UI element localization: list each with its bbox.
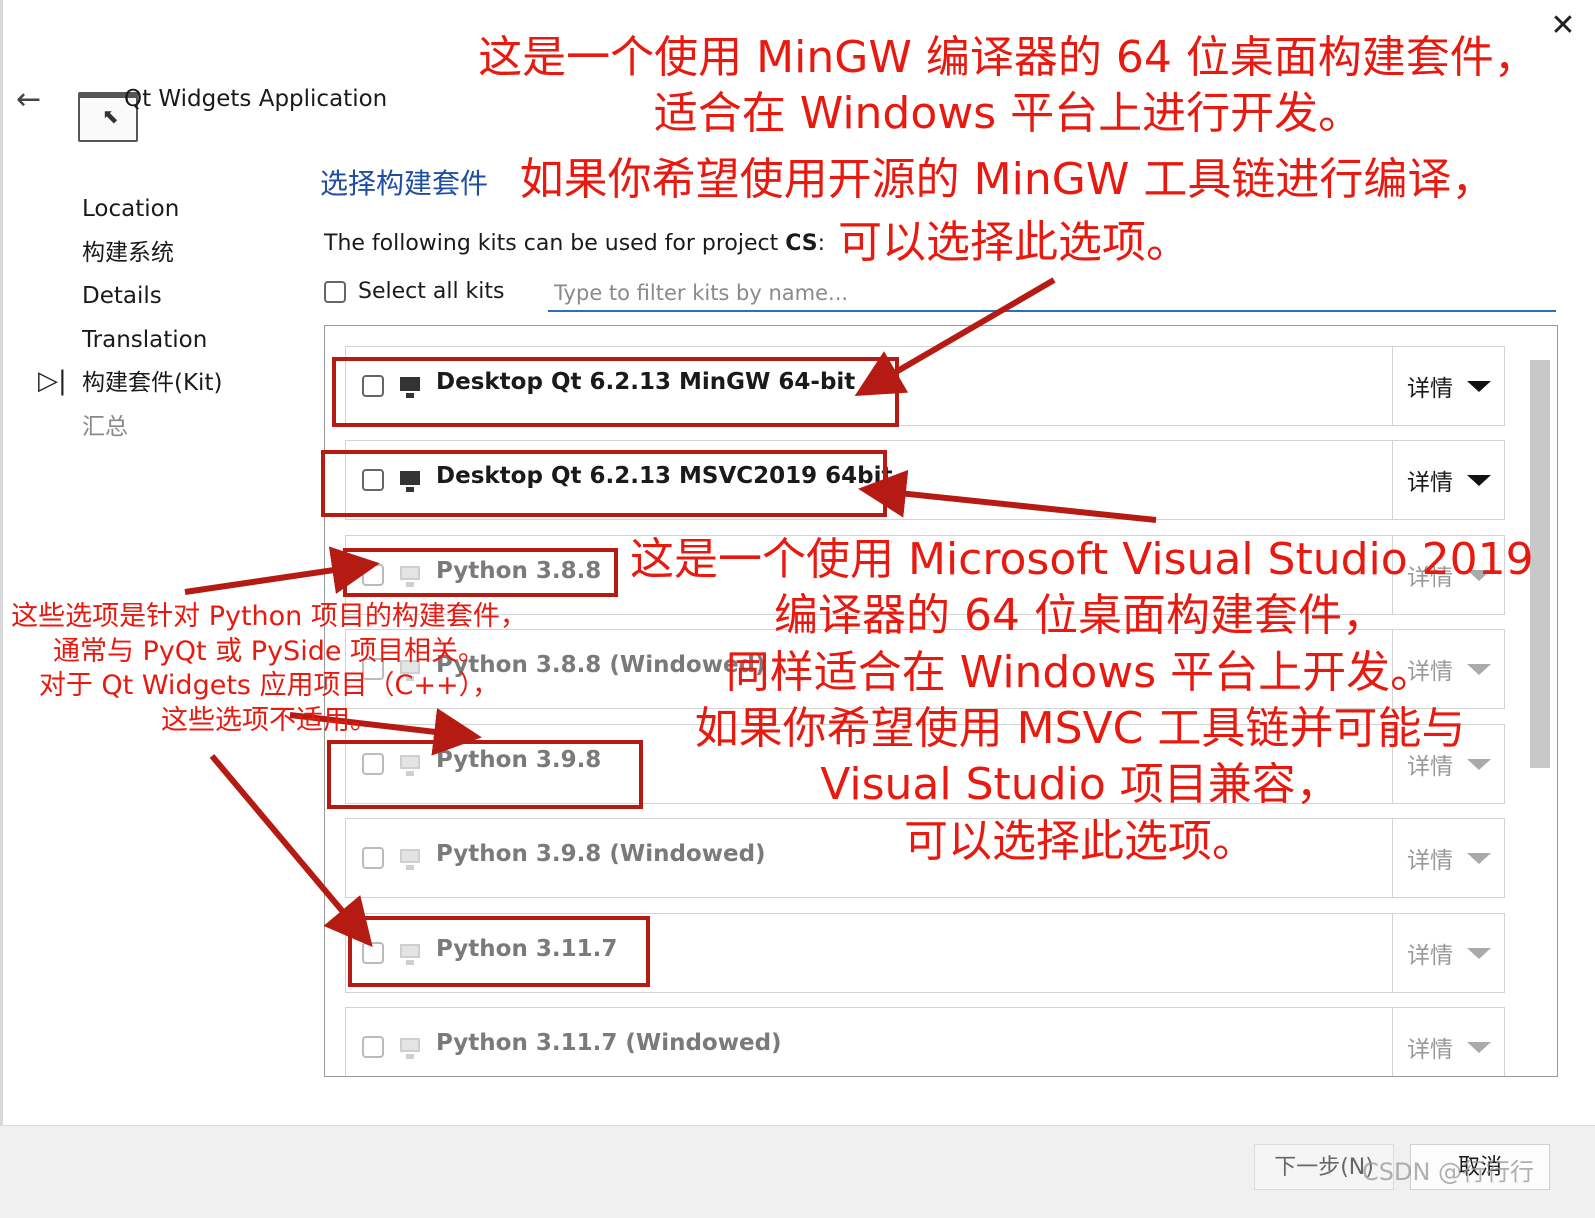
annotation-python: 这些选项是针对 Python 项目的构建套件， 通常与 PyQt 或 PySid… <box>4 600 534 738</box>
annotation-line: 如果你希望使用开源的 MinGW 工具链进行编译， <box>519 154 1496 205</box>
annotation-line: 编译器的 64 位桌面构建套件， <box>774 590 1386 642</box>
annotation-line: 同样适合在 Windows 平台上开发。 <box>725 646 1435 698</box>
arrow-to-msvc <box>858 469 1157 523</box>
annotation-line: 可以选择此选项。 <box>838 217 1190 268</box>
annotation-line: 如果你希望使用 MSVC 工具链并可能与 <box>694 702 1466 754</box>
arrow-to-python-3117 <box>209 754 373 948</box>
annotation-line: 适合在 Windows 平台上进行开发。 <box>653 88 1363 140</box>
arrow-to-python-388 <box>184 546 380 595</box>
annotation-line: 可以选择此选项。 <box>904 815 1256 867</box>
annotation-line: 这是一个使用 Microsoft Visual Studio 2019 <box>630 534 1534 585</box>
arrow-to-mingw <box>854 277 1056 397</box>
annotation-line: Visual Studio 项目兼容， <box>820 759 1340 811</box>
annotation-mingw-last: 可以选择此选项。 <box>838 215 1190 271</box>
annotation-line: 这些选项不适用。 <box>161 704 377 736</box>
annotation-msvc: 这是一个使用 Microsoft Visual Studio 2019 编译器的… <box>630 532 1534 870</box>
annotation-line: 对于 Qt Widgets 应用项目（C++）， <box>38 670 500 702</box>
annotation-line: 这是一个使用 MinGW 编译器的 64 位桌面构建套件， <box>478 32 1538 83</box>
annotation-line: 这些选项是针对 Python 项目的构建套件， <box>11 601 527 632</box>
annotation-mingw-bottom: 如果你希望使用开源的 MinGW 工具链进行编译， <box>515 152 1500 208</box>
annotation-line: 通常与 PyQt 或 PySide 项目相关。 <box>52 635 486 667</box>
annotation-mingw-top: 这是一个使用 MinGW 编译器的 64 位桌面构建套件， 适合在 Window… <box>478 30 1538 143</box>
